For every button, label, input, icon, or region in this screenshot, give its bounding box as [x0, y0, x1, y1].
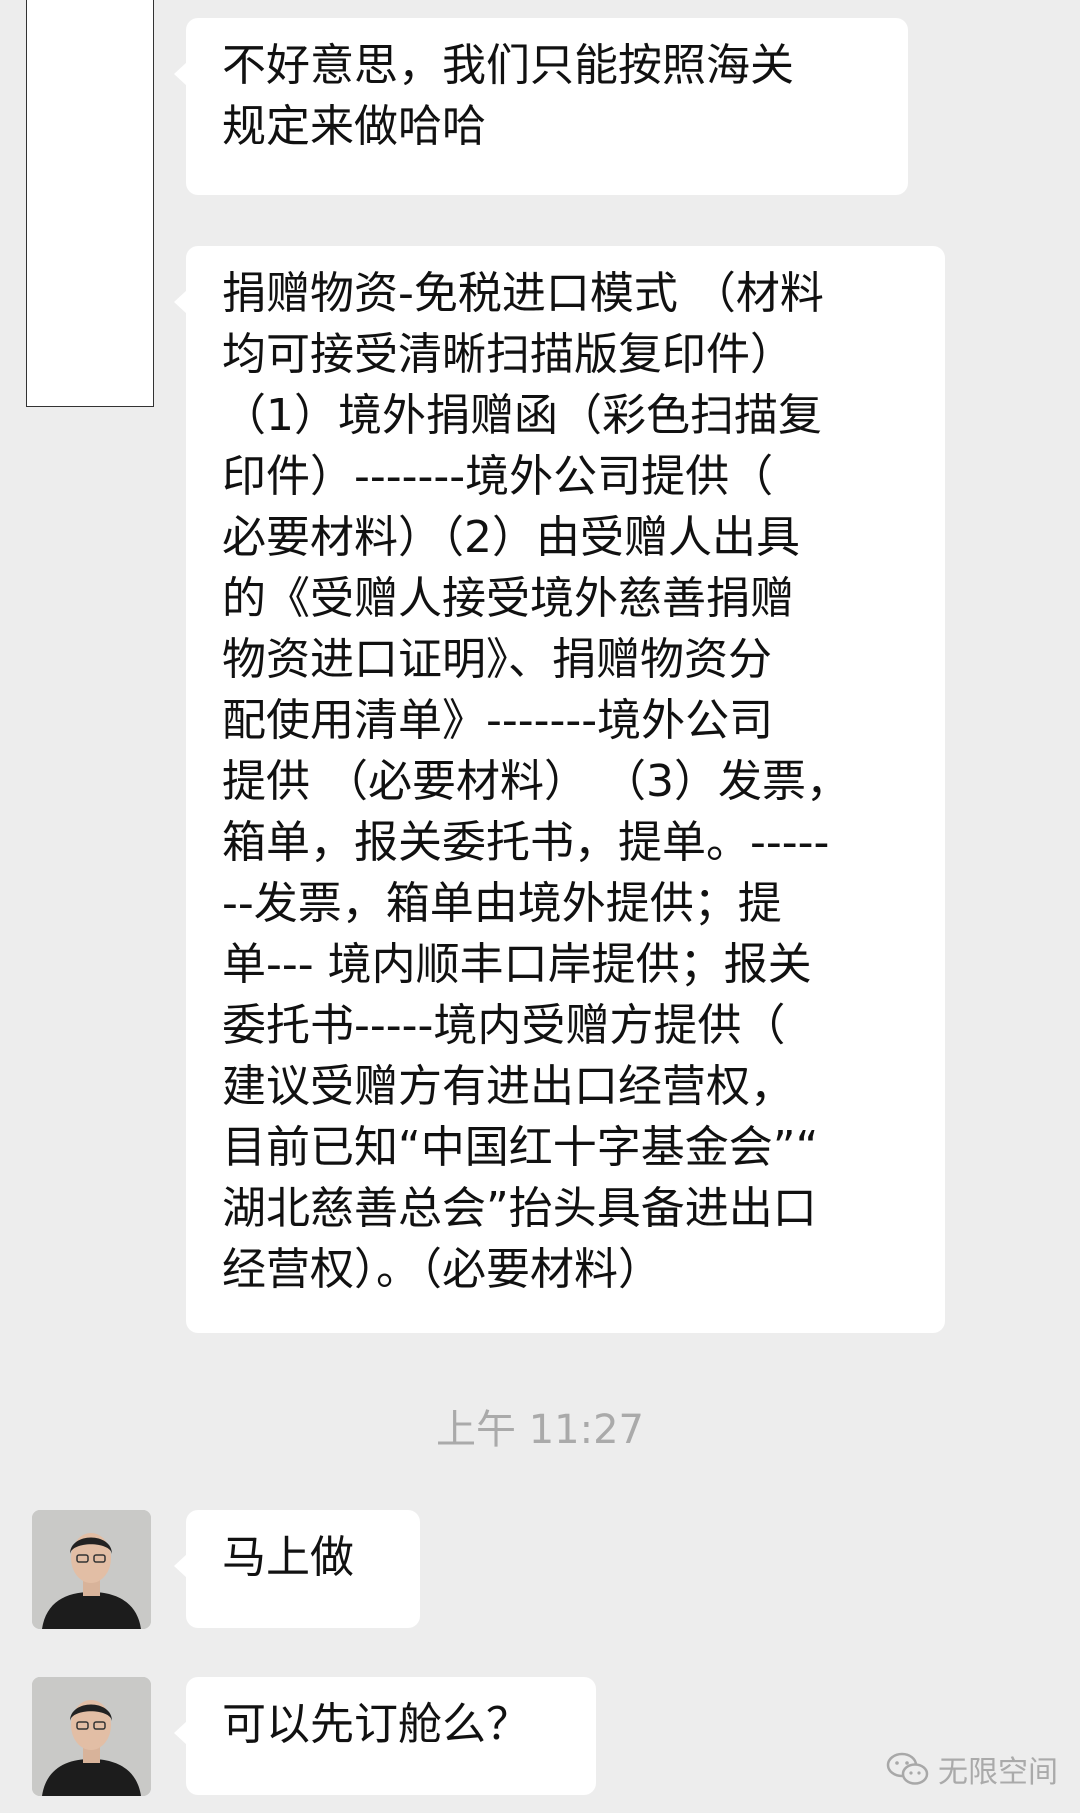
avatar-placeholder	[26, 0, 154, 407]
message-bubble[interactable]: 马上做	[174, 1510, 420, 1628]
avatar[interactable]	[32, 1510, 151, 1629]
watermark-text: 无限空间	[938, 1755, 1058, 1790]
avatar-photo	[32, 1677, 151, 1796]
avatar-photo	[32, 1510, 151, 1629]
message-bubble[interactable]: 可以先订舱么？	[174, 1677, 596, 1795]
message-timestamp: 上午 11:27	[436, 1407, 644, 1453]
watermark: 无限空间	[886, 1744, 1058, 1794]
wechat-icon	[886, 1752, 929, 1785]
message-bubble[interactable]: 不好意思，我们只能按照海关 规定来做哈哈	[174, 18, 908, 195]
message-bubble[interactable]: 捐赠物资-免税进口模式 （材料 均可接受清晰扫描版复印件） （1）境外捐赠函（彩…	[174, 246, 945, 1333]
avatar[interactable]	[32, 1677, 151, 1796]
